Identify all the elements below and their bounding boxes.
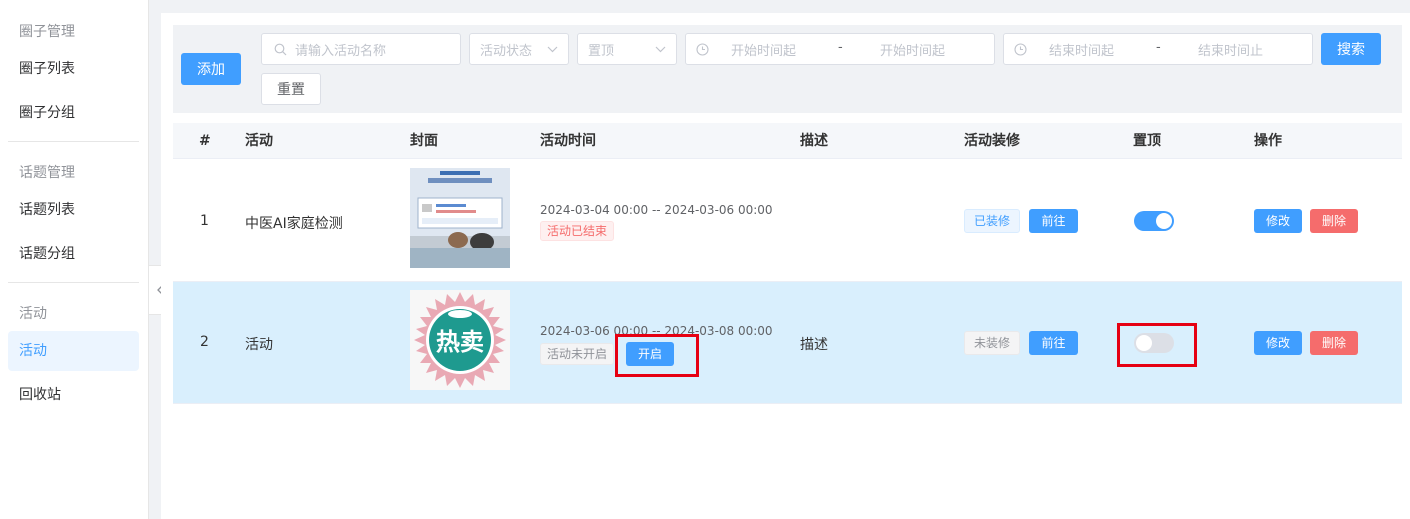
search-icon — [274, 43, 287, 55]
row-index: 2 — [200, 334, 209, 350]
end-time-range-picker[interactable]: 结束时间起 - 结束时间止 — [1003, 33, 1313, 65]
sidebar-group-topic-management: 话题管理 — [19, 165, 75, 181]
activity-status-tag: 活动已结束 — [540, 221, 615, 241]
column-header-activity-time: 活动时间 — [540, 133, 596, 149]
pin-toggle-knob — [1136, 335, 1152, 351]
cover-image: 热卖 — [410, 290, 510, 390]
column-header-decoration: 活动装修 — [964, 133, 1020, 149]
column-header-cover: 封面 — [410, 133, 438, 149]
column-header-index: # — [199, 133, 211, 149]
pin-toggle[interactable] — [1134, 211, 1174, 231]
start-time-separator: - — [838, 40, 843, 55]
activity-name: 中医AI家庭检测 — [245, 216, 343, 232]
status-select-placeholder: 活动状态 — [480, 43, 533, 59]
sidebar-item-topic-list[interactable]: 话题列表 — [8, 190, 139, 230]
column-header-actions: 操作 — [1254, 133, 1282, 149]
sidebar-item-activity[interactable]: 活动 — [8, 331, 139, 371]
add-button[interactable]: 添加 — [181, 53, 241, 85]
table-row: 1 中医AI家庭检测 2024-03-04 00:00 -- 2024-03-0… — [173, 160, 1402, 282]
row-index: 1 — [200, 213, 209, 229]
activity-status-tag: 活动未开启 — [540, 343, 615, 365]
search-button[interactable]: 搜索 — [1321, 33, 1381, 65]
sidebar-item-circle-list[interactable]: 圈子列表 — [8, 49, 139, 89]
end-time-from: 结束时间起 — [1049, 44, 1115, 59]
cover-screenshot-image — [410, 168, 510, 268]
column-header-activity: 活动 — [245, 133, 273, 149]
sidebar-divider — [8, 141, 139, 142]
reset-button[interactable]: 重置 — [261, 73, 321, 105]
filter-toolbar: 添加 请输入活动名称 活动状态 置顶 开始时间起 - 开始时间起 结束时间起 -… — [173, 25, 1402, 113]
start-time-from: 开始时间起 — [731, 44, 797, 59]
delete-button[interactable]: 删除 — [1310, 209, 1358, 233]
end-time-to: 结束时间止 — [1198, 44, 1264, 59]
activity-time-range: 2024-03-04 00:00 -- 2024-03-06 00:00 — [540, 203, 773, 217]
pin-select[interactable]: 置顶 — [577, 33, 677, 65]
start-time-to: 开始时间起 — [880, 44, 946, 59]
sidebar-item-circle-group[interactable]: 圈子分组 — [8, 93, 139, 133]
activity-name: 活动 — [245, 337, 273, 353]
decoration-status-tag: 已装修 — [964, 209, 1021, 233]
goto-decoration-button[interactable]: 前往 — [1029, 209, 1078, 233]
clock-icon — [1014, 43, 1027, 56]
pin-toggle[interactable] — [1134, 333, 1174, 353]
column-header-description: 描述 — [800, 133, 828, 149]
edit-button[interactable]: 修改 — [1254, 331, 1302, 355]
start-time-range-picker[interactable]: 开始时间起 - 开始时间起 — [685, 33, 995, 65]
goto-decoration-button[interactable]: 前往 — [1029, 331, 1078, 355]
delete-button[interactable]: 删除 — [1310, 331, 1358, 355]
activity-description: 描述 — [800, 337, 828, 353]
hot-sale-badge-image: 热卖 — [414, 292, 506, 388]
sidebar-group-activity: 活动 — [19, 306, 47, 322]
chevron-down-icon — [547, 46, 558, 53]
table-header: # 活动 封面 活动时间 描述 活动装修 置顶 操作 — [173, 123, 1402, 159]
cover-badge-text: 热卖 — [436, 328, 484, 356]
activity-time-range: 2024-03-06 00:00 -- 2024-03-08 00:00 — [540, 324, 773, 338]
sidebar: 圈子管理 圈子列表 圈子分组 话题管理 话题列表 话题分组 活动 活动 回收站 — [0, 0, 149, 519]
sidebar-item-recycle-bin[interactable]: 回收站 — [8, 375, 139, 415]
chevron-down-icon — [655, 46, 666, 53]
sidebar-item-topic-group[interactable]: 话题分组 — [8, 234, 139, 274]
edit-button[interactable]: 修改 — [1254, 209, 1302, 233]
search-placeholder: 请输入活动名称 — [295, 43, 387, 59]
sidebar-group-circle-management: 圈子管理 — [19, 24, 75, 40]
pin-select-placeholder: 置顶 — [588, 43, 615, 59]
clock-icon — [696, 43, 709, 56]
start-activity-button[interactable]: 开启 — [626, 342, 674, 366]
column-header-pin: 置顶 — [1133, 133, 1161, 149]
end-time-separator: - — [1156, 40, 1161, 55]
search-input[interactable]: 请输入活动名称 — [261, 33, 461, 65]
sidebar-divider — [8, 282, 139, 283]
decoration-status-tag: 未装修 — [964, 331, 1021, 355]
cover-image — [410, 168, 510, 268]
table-row: 2 活动 热卖 2024-03-06 00:00 -- 2024-03-08 0… — [173, 282, 1402, 404]
status-select[interactable]: 活动状态 — [469, 33, 569, 65]
main-panel: 添加 请输入活动名称 活动状态 置顶 开始时间起 - 开始时间起 结束时间起 -… — [161, 13, 1410, 519]
pin-toggle-knob — [1156, 213, 1172, 229]
